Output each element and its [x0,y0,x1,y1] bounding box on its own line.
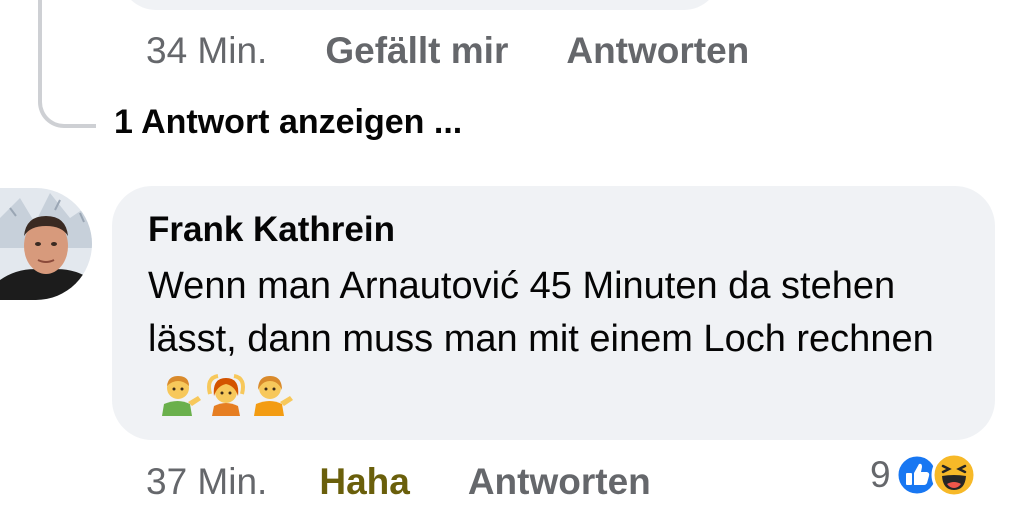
previous-comment-actions: 34 Min. Gefällt mir Antworten [146,30,749,72]
person-tipping-hand-icon [254,375,293,416]
person-gesturing-ok-icon [207,373,245,416]
reaction-count: 9 [870,454,891,495]
comment-bubble: Frank Kathrein Wenn man Arnautović 45 Mi… [112,186,995,440]
comment-author[interactable]: Frank Kathrein [148,208,959,252]
previous-comment-bubble [120,0,720,10]
show-replies-link[interactable]: 1 Antwort anzeigen ... [114,103,462,142]
man-tipping-hand-icon [162,375,201,416]
avatar-photo [0,188,92,300]
reply-button[interactable]: Antworten [468,461,651,503]
previous-comment-time[interactable]: 34 Min. [146,30,267,72]
haha-reaction-button[interactable]: Haha [319,461,409,503]
reply-button[interactable]: Antworten [566,30,749,72]
comment-actions: 37 Min. Haha Antworten [146,461,651,503]
comment-time[interactable]: 37 Min. [146,461,267,503]
comment-text: Wenn man Arnautović 45 Minuten da stehen… [148,260,959,419]
reaction-summary[interactable]: 9 [870,452,977,498]
like-button[interactable]: Gefällt mir [325,30,508,72]
haha-icon [931,452,977,498]
reply-thread-line [38,0,96,128]
comment-text-body: Wenn man Arnautović 45 Minuten da stehen… [148,265,934,360]
comment-emojis [158,372,294,416]
avatar[interactable] [0,188,92,300]
